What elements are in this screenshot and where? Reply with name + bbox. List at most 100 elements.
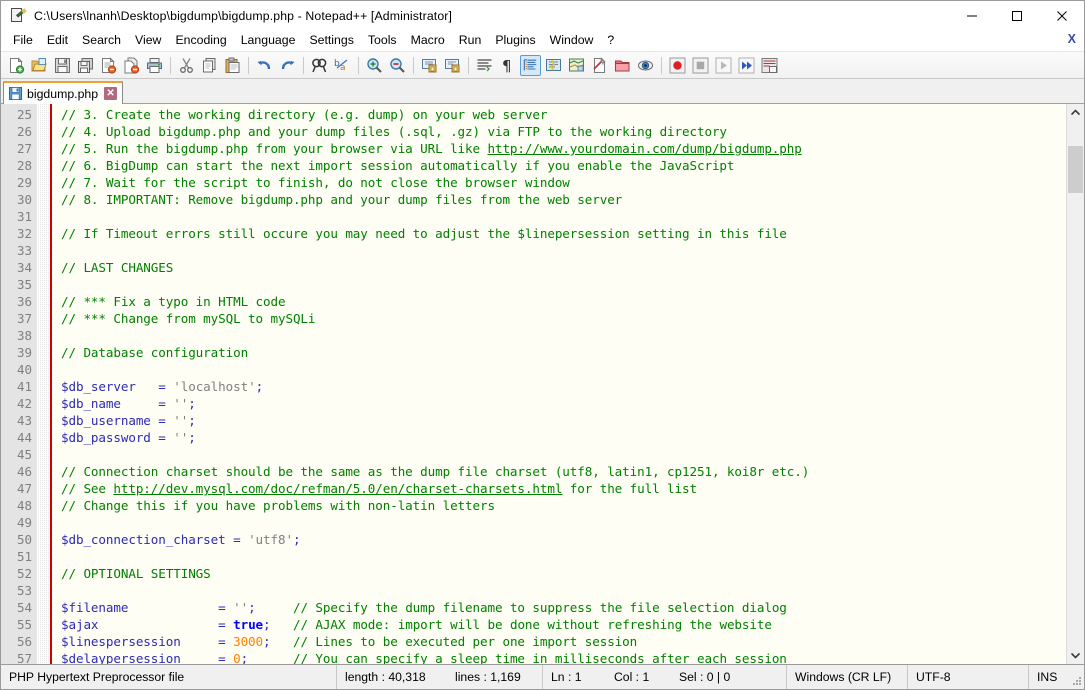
stop-macro-icon[interactable] — [690, 55, 711, 76]
menu-item-search[interactable]: Search — [75, 31, 128, 50]
find-icon[interactable] — [309, 55, 330, 76]
open-file-icon[interactable] — [29, 55, 50, 76]
paste-icon[interactable] — [222, 55, 243, 76]
code-line[interactable] — [61, 446, 1066, 463]
code-line[interactable] — [61, 582, 1066, 599]
monitoring-icon[interactable] — [635, 55, 656, 76]
code-line[interactable]: // *** Change from mySQL to mySQLi — [61, 310, 1066, 327]
menu-item-encoding[interactable]: Encoding — [168, 31, 233, 50]
user-defined-language-icon[interactable] — [543, 55, 564, 76]
save-macro-icon[interactable] — [759, 55, 780, 76]
menu-item-tools[interactable]: Tools — [361, 31, 404, 50]
line-number: 45 — [16, 447, 32, 462]
scrollbar-thumb[interactable] — [1068, 146, 1083, 193]
code-line[interactable]: $db_server = 'localhost'; — [61, 378, 1066, 395]
zoom-in-icon[interactable] — [364, 55, 385, 76]
sync-horizontal-scroll-icon[interactable] — [442, 55, 463, 76]
code-line[interactable] — [61, 327, 1066, 344]
cut-icon[interactable] — [176, 55, 197, 76]
menu-item-view[interactable]: View — [128, 31, 168, 50]
maximize-button[interactable] — [994, 1, 1039, 30]
code-line[interactable] — [61, 242, 1066, 259]
minimize-button[interactable] — [949, 1, 994, 30]
menu-item-macro[interactable]: Macro — [404, 31, 452, 50]
code-token: = — [128, 600, 234, 615]
code-line[interactable]: // 8. IMPORTANT: Remove bigdump.php and … — [61, 191, 1066, 208]
code-line[interactable] — [61, 514, 1066, 531]
code-token: = — [225, 532, 249, 547]
tab-bigdump-php[interactable]: bigdump.php ✕ — [3, 81, 124, 104]
code-line[interactable]: $filename = ''; // Specify the dump file… — [61, 599, 1066, 616]
toolbar-separator — [303, 56, 304, 74]
status-eol-format: Windows (CR LF) — [795, 670, 892, 684]
vertical-scrollbar[interactable] — [1066, 104, 1084, 664]
close-button[interactable] — [1039, 1, 1084, 30]
code-line[interactable]: // If Timeout errors still occure you ma… — [61, 225, 1066, 242]
document-map-icon[interactable] — [566, 55, 587, 76]
line-number: 53 — [16, 583, 32, 598]
close-file-icon[interactable] — [98, 55, 119, 76]
undo-icon[interactable] — [254, 55, 275, 76]
code-line[interactable]: $db_username = ''; — [61, 412, 1066, 429]
code-line[interactable]: $db_name = ''; — [61, 395, 1066, 412]
menu-item-plugins[interactable]: Plugins — [488, 31, 542, 50]
redo-icon[interactable] — [277, 55, 298, 76]
code-line[interactable] — [61, 276, 1066, 293]
tab-close-icon[interactable]: ✕ — [104, 87, 118, 100]
show-all-characters-icon[interactable]: ¶ — [497, 55, 518, 76]
code-line[interactable]: // 7. Wait for the script to finish, do … — [61, 174, 1066, 191]
code-line[interactable] — [61, 548, 1066, 565]
scroll-up-arrow-icon[interactable] — [1067, 104, 1084, 121]
code-line[interactable]: $db_connection_charset = 'utf8'; — [61, 531, 1066, 548]
new-file-icon[interactable] — [6, 55, 27, 76]
save-icon[interactable] — [52, 55, 73, 76]
code-token: // Lines to be executed per one import s… — [292, 634, 638, 649]
code-line[interactable]: // 6. BigDump can start the next import … — [61, 157, 1066, 174]
run-macro-multiple-icon[interactable] — [736, 55, 757, 76]
print-icon[interactable] — [144, 55, 165, 76]
code-line[interactable]: $ajax = true; // AJAX mode: import will … — [61, 616, 1066, 633]
play-macro-icon[interactable] — [713, 55, 734, 76]
code-text-area[interactable]: // 3. Create the working directory (e.g.… — [52, 104, 1066, 664]
indent-guide-icon[interactable] — [520, 54, 541, 76]
scrollbar-track[interactable] — [1067, 121, 1084, 647]
code-line[interactable]: // 4. Upload bigdump.php and your dump f… — [61, 123, 1066, 140]
menu-item-help[interactable]: ? — [600, 31, 621, 50]
code-token: // OPTIONAL SETTINGS — [61, 566, 211, 581]
folder-as-workspace-icon[interactable] — [612, 55, 633, 76]
code-line[interactable]: $db_password = ''; — [61, 429, 1066, 446]
code-line[interactable]: // *** Fix a typo in HTML code — [61, 293, 1066, 310]
zoom-out-icon[interactable] — [387, 55, 408, 76]
bookmark-margin[interactable] — [37, 104, 50, 664]
window-controls — [949, 1, 1084, 30]
code-line[interactable]: $delaypersession = 0; // You can specify… — [61, 650, 1066, 664]
resize-grip-icon[interactable] — [1070, 675, 1082, 687]
word-wrap-icon[interactable] — [474, 55, 495, 76]
function-list-icon[interactable] — [589, 55, 610, 76]
code-line[interactable]: // Change this if you have problems with… — [61, 497, 1066, 514]
code-line[interactable] — [61, 208, 1066, 225]
menu-item-settings[interactable]: Settings — [302, 31, 360, 50]
menu-item-run[interactable]: Run — [452, 31, 489, 50]
scroll-down-arrow-icon[interactable] — [1067, 647, 1084, 664]
save-all-icon[interactable] — [75, 55, 96, 76]
menu-item-edit[interactable]: Edit — [40, 31, 75, 50]
menu-item-window[interactable]: Window — [543, 31, 601, 50]
code-line[interactable]: // See http://dev.mysql.com/doc/refman/5… — [61, 480, 1066, 497]
replace-icon[interactable]: b a — [332, 55, 353, 76]
close-document-button[interactable]: X — [1068, 32, 1076, 46]
record-macro-icon[interactable] — [667, 55, 688, 76]
code-line[interactable]: // Database configuration — [61, 344, 1066, 361]
copy-icon[interactable] — [199, 55, 220, 76]
code-line[interactable]: // 3. Create the working directory (e.g.… — [61, 106, 1066, 123]
code-line[interactable]: // Connection charset should be the same… — [61, 463, 1066, 480]
code-line[interactable] — [61, 361, 1066, 378]
code-line[interactable]: $linespersession = 3000; // Lines to be … — [61, 633, 1066, 650]
menu-item-file[interactable]: File — [6, 31, 40, 50]
close-all-icon[interactable] — [121, 55, 142, 76]
code-line[interactable]: // OPTIONAL SETTINGS — [61, 565, 1066, 582]
code-line[interactable]: // 5. Run the bigdump.php from your brow… — [61, 140, 1066, 157]
menu-item-language[interactable]: Language — [234, 31, 303, 50]
sync-vertical-scroll-icon[interactable] — [419, 55, 440, 76]
code-line[interactable]: // LAST CHANGES — [61, 259, 1066, 276]
